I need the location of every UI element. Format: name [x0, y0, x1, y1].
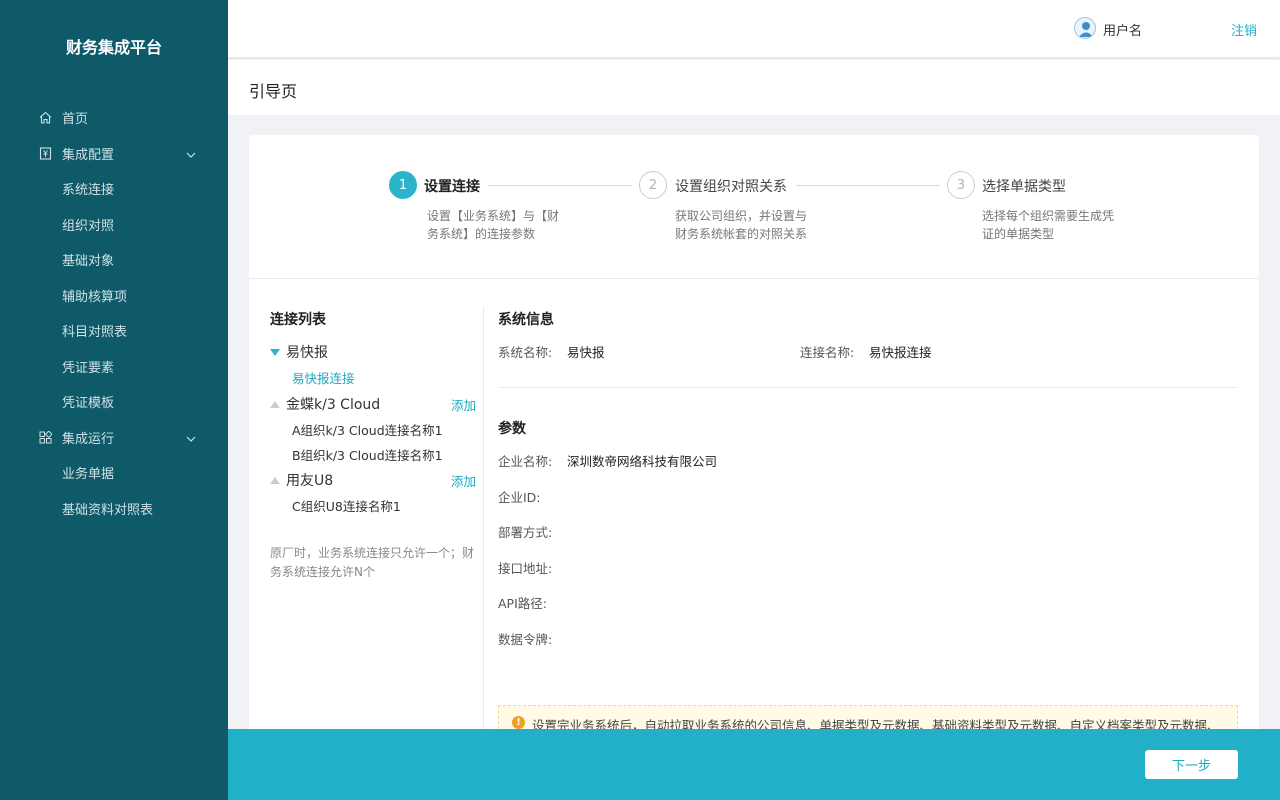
company-id-label: 企业ID:: [498, 490, 541, 505]
deploy-mode-label: 部署方式:: [498, 525, 553, 540]
chevron-down-icon: [186, 431, 196, 446]
yen-doc-icon: [38, 146, 52, 160]
step-desc-line: 务系统】的连接参数: [427, 227, 536, 241]
connection-item[interactable]: A组织k/3 Cloud连接名称1: [292, 420, 443, 439]
connection-item[interactable]: 易快报连接: [292, 368, 355, 387]
footer-bar: 下一步: [228, 729, 1280, 800]
tree-group-kingdee[interactable]: 金蝶k/3 Cloud: [270, 394, 380, 414]
sidebar-item-label: 基础对象: [62, 254, 115, 270]
avatar[interactable]: [1074, 17, 1096, 39]
info-divider: [498, 387, 1238, 388]
tree-group-label: 易快报: [286, 345, 328, 361]
company-name-label: 企业名称:: [498, 454, 553, 469]
sidebar-item-base-data-mapping[interactable]: 基础资料对照表: [0, 491, 228, 527]
caret-up-icon: [270, 476, 280, 484]
add-kingdee-connection-link[interactable]: 添加: [451, 395, 476, 414]
sidebar-nav: 首页 集成配置 系统连接 组织对照 基础对象 辅助核算项 科目对照表 凭证要素 …: [0, 100, 228, 526]
sidebar-item-label: 组织对照: [62, 218, 115, 234]
data-token-label: 数据令牌:: [498, 632, 553, 647]
warning-icon: !: [512, 716, 525, 729]
step-3-desc: 选择每个组织需要生成凭 证的单据类型: [982, 207, 1132, 243]
step-desc-line: 证的单据类型: [982, 227, 1055, 241]
step-3-title[interactable]: 选择单据类型: [982, 176, 1066, 196]
sidebar-item-label: 科目对照表: [62, 325, 128, 341]
step-3-circle: 3: [947, 171, 975, 199]
page-title: 引导页: [249, 82, 298, 101]
sidebar-item-system-connection[interactable]: 系统连接: [0, 171, 228, 207]
username[interactable]: 用户名: [1103, 20, 1142, 39]
step-connector: [796, 185, 940, 186]
system-info-title: 系统信息: [498, 312, 554, 328]
sidebar-item-aux-accounting[interactable]: 辅助核算项: [0, 278, 228, 314]
sidebar-item-voucher-template[interactable]: 凭证模板: [0, 384, 228, 420]
sidebar-item-label: 基础资料对照表: [62, 502, 154, 518]
api-path-label: API路径:: [498, 596, 547, 611]
step-desc-line: 获取公司组织，并设置与: [675, 209, 808, 223]
sidebar-item-label: 系统连接: [62, 183, 115, 199]
connection-name-value: 易快报连接: [869, 345, 932, 360]
apps-icon: [38, 430, 52, 444]
sidebar-item-label: 凭证模板: [62, 396, 115, 412]
sidebar-item-integration-config[interactable]: 集成配置: [0, 136, 228, 172]
chevron-down-icon: [186, 147, 196, 162]
sidebar-item-label: 辅助核算项: [62, 289, 128, 305]
step-2-title[interactable]: 设置组织对照关系: [675, 176, 787, 196]
step-desc-line: 选择每个组织需要生成凭: [982, 209, 1115, 223]
tree-group-label: 用友U8: [286, 473, 334, 489]
sidebar-item-business-docs[interactable]: 业务单据: [0, 455, 228, 491]
sidebar-item-label: 集成配置: [62, 147, 115, 163]
connection-note: 原厂时，业务系统连接只允许一个；财务系统连接允许N个: [270, 546, 475, 579]
panel-divider: [483, 307, 484, 737]
tree-group-yonyou[interactable]: 用友U8: [270, 470, 333, 490]
connection-item[interactable]: B组织k/3 Cloud连接名称1: [292, 445, 443, 464]
sidebar-item-label: 凭证要素: [62, 360, 115, 376]
guide-card: 1 设置连接 设置【业务系统】与【财 务系统】的连接参数 2 设置组织对照关系 …: [249, 135, 1259, 745]
step-2-desc: 获取公司组织，并设置与 财务系统帐套的对照关系: [675, 207, 825, 243]
step-2-circle: 2: [639, 171, 667, 199]
connection-list-title: 连接列表: [270, 312, 326, 328]
sidebar-item-account-mapping[interactable]: 科目对照表: [0, 313, 228, 349]
step-desc-line: 财务系统帐套的对照关系: [675, 227, 808, 241]
system-name-value: 易快报: [567, 345, 605, 360]
step-desc-line: 设置【业务系统】与【财: [427, 209, 560, 223]
tree-group-label: 金蝶k/3 Cloud: [286, 397, 381, 413]
page-title-bar: 引导页: [228, 60, 1280, 115]
sidebar-item-label: 首页: [62, 112, 89, 128]
sidebar-item-label: 集成运行: [62, 431, 115, 447]
connection-item[interactable]: C组织U8连接名称1: [292, 496, 401, 515]
step-connector: [488, 185, 632, 186]
sidebar-item-voucher-elements[interactable]: 凭证要素: [0, 349, 228, 385]
company-name-value: 深圳数帝网络科技有限公司: [567, 454, 718, 469]
step-1-title[interactable]: 设置连接: [424, 176, 480, 196]
sidebar-item-org-mapping[interactable]: 组织对照: [0, 207, 228, 243]
endpoint-label: 接口地址:: [498, 561, 553, 576]
caret-up-icon: [270, 400, 280, 408]
app-title: 财务集成平台: [65, 38, 162, 57]
sidebar-item-base-objects[interactable]: 基础对象: [0, 242, 228, 278]
sidebar-item-home[interactable]: 首页: [0, 100, 228, 136]
step-1-desc: 设置【业务系统】与【财 务系统】的连接参数: [427, 207, 577, 243]
logout-link[interactable]: 注销: [1231, 20, 1257, 39]
sidebar-item-integration-run[interactable]: 集成运行: [0, 420, 228, 456]
sidebar: 财务集成平台 首页 集成配置 系统连接 组织对照 基础对象 辅助核算项 科目对照…: [0, 0, 228, 800]
next-step-button[interactable]: 下一步: [1145, 750, 1238, 779]
system-name-label: 系统名称:: [498, 345, 553, 360]
top-header: 用户名 注销: [228, 0, 1280, 57]
step-1-circle: 1: [389, 171, 417, 199]
connection-name-label: 连接名称:: [800, 345, 855, 360]
home-icon: [38, 111, 52, 125]
sidebar-item-label: 业务单据: [62, 467, 115, 483]
add-yonyou-connection-link[interactable]: 添加: [451, 471, 476, 490]
caret-down-icon: [270, 348, 280, 356]
params-title: 参数: [498, 421, 526, 437]
tree-group-yikuaibao[interactable]: 易快报: [270, 342, 328, 362]
steps-divider: [249, 278, 1259, 279]
